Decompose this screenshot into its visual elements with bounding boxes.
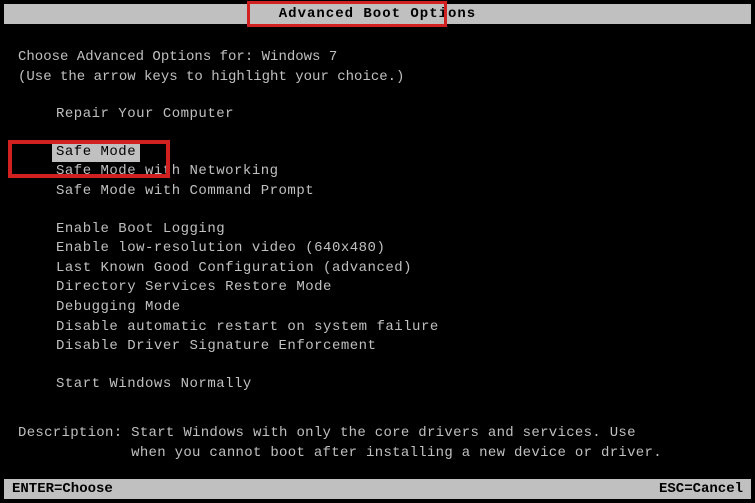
option-disable-driver-sig[interactable]: Disable Driver Signature Enforcement <box>56 337 737 357</box>
option-debugging-mode[interactable]: Debugging Mode <box>56 298 737 318</box>
title-bar: Advanced Boot Options <box>4 4 751 24</box>
option-repair-computer[interactable]: Repair Your Computer <box>56 105 737 125</box>
option-group: Repair Your Computer <box>56 105 737 125</box>
description-text-2: when you cannot boot after installing a … <box>131 445 662 461</box>
option-safe-mode-cmd[interactable]: Safe Mode with Command Prompt <box>56 182 737 202</box>
option-safe-mode-networking[interactable]: Safe Mode with Networking <box>56 162 737 182</box>
footer-esc-hint: ESC=Cancel <box>659 481 743 497</box>
option-group: Enable Boot Logging Enable low-resolutio… <box>56 220 737 357</box>
footer-enter-hint: ENTER=Choose <box>12 481 113 497</box>
description-label: Description: <box>18 425 122 441</box>
option-directory-services[interactable]: Directory Services Restore Mode <box>56 278 737 298</box>
description-text-1: Start Windows with only the core drivers… <box>131 425 636 441</box>
option-safe-mode[interactable]: Safe Mode <box>52 143 140 163</box>
option-group: Start Windows Normally <box>56 375 737 395</box>
option-boot-logging[interactable]: Enable Boot Logging <box>56 220 737 240</box>
instruction-line-2: (Use the arrow keys to highlight your ch… <box>18 68 737 88</box>
content-area: Choose Advanced Options for: Windows 7 (… <box>18 48 737 412</box>
title-text: Advanced Boot Options <box>279 6 476 22</box>
boot-options-list: Repair Your Computer Safe Mode Safe Mode… <box>56 105 737 394</box>
description-block: Description: Start Windows with only the… <box>18 424 662 463</box>
option-last-known-good[interactable]: Last Known Good Configuration (advanced) <box>56 259 737 279</box>
option-low-res-video[interactable]: Enable low-resolution video (640x480) <box>56 239 737 259</box>
option-group: Safe Mode Safe Mode with Networking Safe… <box>56 143 737 202</box>
option-start-normally[interactable]: Start Windows Normally <box>56 375 737 395</box>
instruction-line-1: Choose Advanced Options for: Windows 7 <box>18 48 737 68</box>
footer-bar: ENTER=Choose ESC=Cancel <box>4 479 751 499</box>
option-disable-auto-restart[interactable]: Disable automatic restart on system fail… <box>56 318 737 338</box>
